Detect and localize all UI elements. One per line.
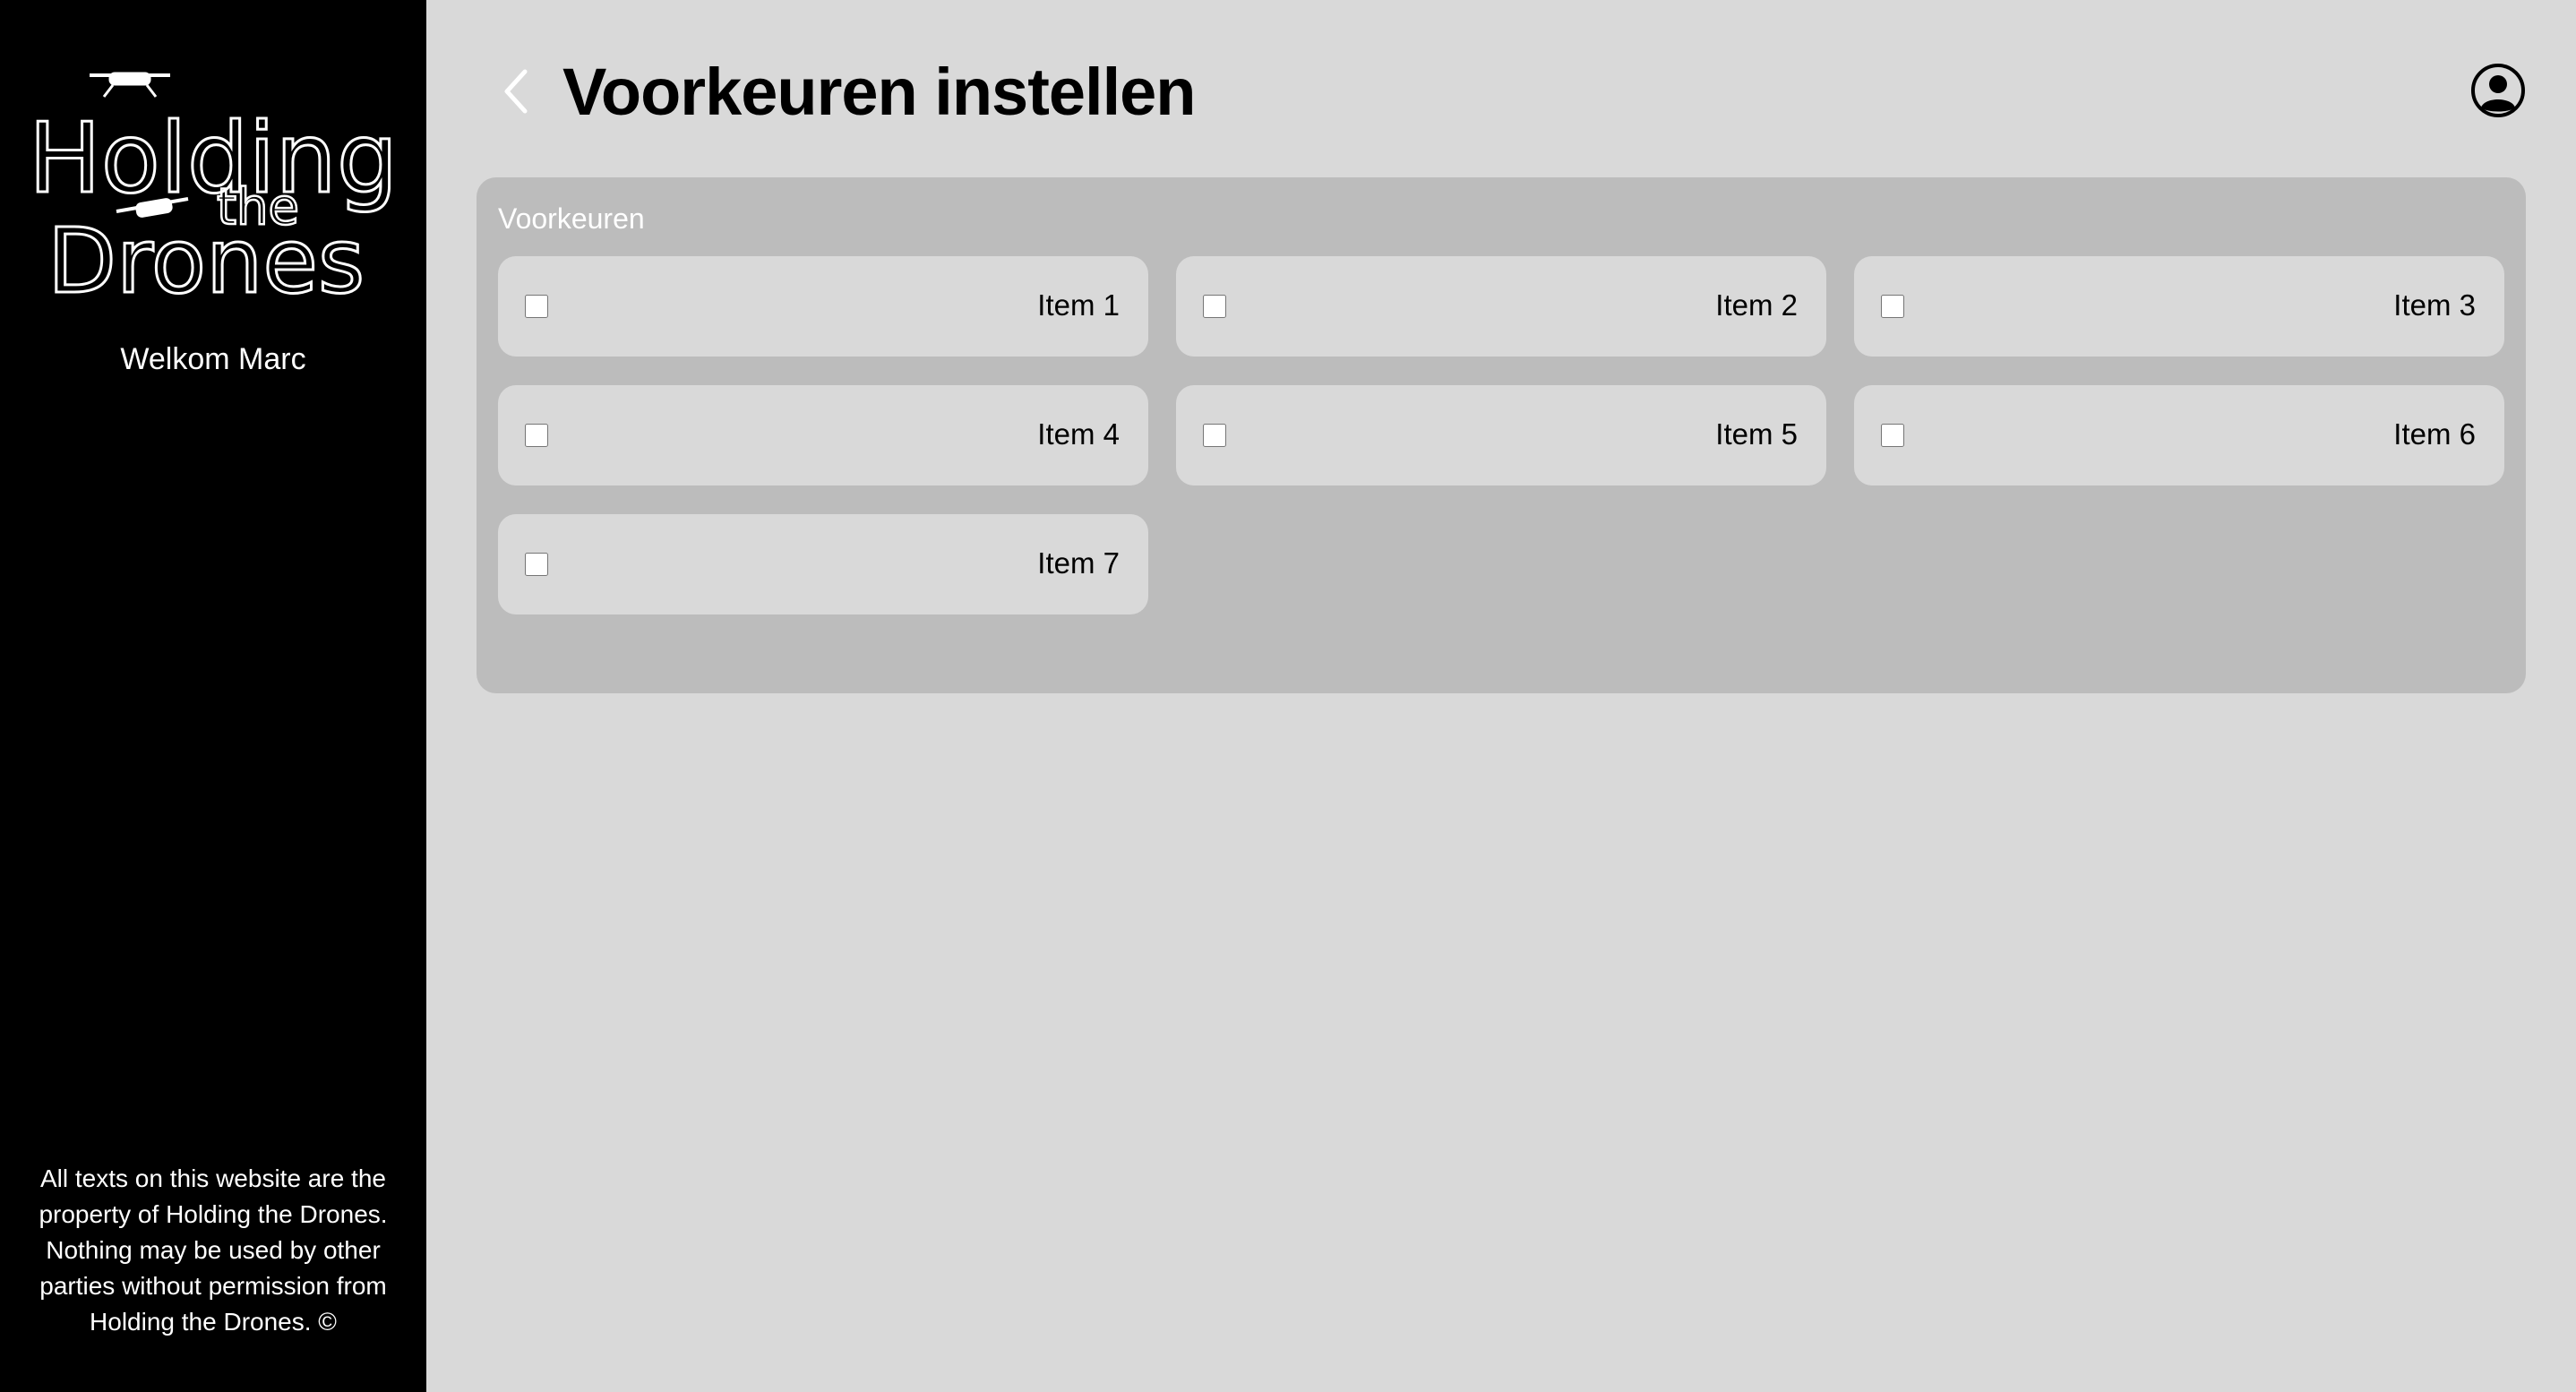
preference-item[interactable]: Item 7 bbox=[498, 514, 1148, 614]
preference-label: Item 6 bbox=[2393, 417, 2476, 451]
preference-item[interactable]: Item 3 bbox=[1854, 256, 2504, 357]
drone-icon bbox=[90, 72, 170, 98]
welcome-text: Welkom Marc bbox=[120, 342, 306, 376]
preference-item[interactable]: Item 1 bbox=[498, 256, 1148, 357]
user-account-button[interactable] bbox=[2470, 63, 2526, 118]
preference-item[interactable]: Item 2 bbox=[1176, 256, 1826, 357]
chevron-left-icon bbox=[504, 69, 528, 114]
page-title: Voorkeuren instellen bbox=[562, 55, 1196, 129]
preference-checkbox[interactable] bbox=[525, 553, 548, 576]
preference-checkbox[interactable] bbox=[1881, 424, 1904, 447]
preference-item[interactable]: Item 4 bbox=[498, 385, 1148, 485]
logo-line-3: Drones bbox=[47, 209, 365, 299]
preference-checkbox[interactable] bbox=[525, 295, 548, 318]
preference-label: Item 4 bbox=[1037, 417, 1120, 451]
user-circle-icon bbox=[2471, 64, 2525, 117]
preferences-panel: Voorkeuren Item 1 Item 2 Item 3 Item 4 I… bbox=[477, 177, 2526, 693]
preferences-section-title: Voorkeuren bbox=[498, 202, 645, 235]
holding-the-drones-logo[interactable]: Holding the Drones bbox=[36, 57, 391, 299]
preference-checkbox[interactable] bbox=[1881, 295, 1904, 318]
preference-label: Item 1 bbox=[1037, 288, 1120, 322]
preference-item[interactable]: Item 6 bbox=[1854, 385, 2504, 485]
preference-label: Item 2 bbox=[1715, 288, 1798, 322]
sidebar: Holding the Drones Welkom Marc All texts… bbox=[0, 0, 426, 1392]
preferences-grid: Item 1 Item 2 Item 3 Item 4 Item 5 Item … bbox=[498, 256, 2504, 614]
main-content: Voorkeuren instellen Voorkeuren Item 1 I… bbox=[426, 0, 2576, 1392]
back-button[interactable] bbox=[498, 64, 534, 118]
preference-checkbox[interactable] bbox=[1203, 295, 1226, 318]
preference-label: Item 7 bbox=[1037, 546, 1120, 580]
preference-item[interactable]: Item 5 bbox=[1176, 385, 1826, 485]
copyright-note: All texts on this website are the proper… bbox=[39, 1164, 388, 1336]
preference-label: Item 3 bbox=[2393, 288, 2476, 322]
logo-line-1: Holding bbox=[36, 103, 391, 215]
preference-checkbox[interactable] bbox=[525, 424, 548, 447]
preference-label: Item 5 bbox=[1715, 417, 1798, 451]
preference-checkbox[interactable] bbox=[1203, 424, 1226, 447]
